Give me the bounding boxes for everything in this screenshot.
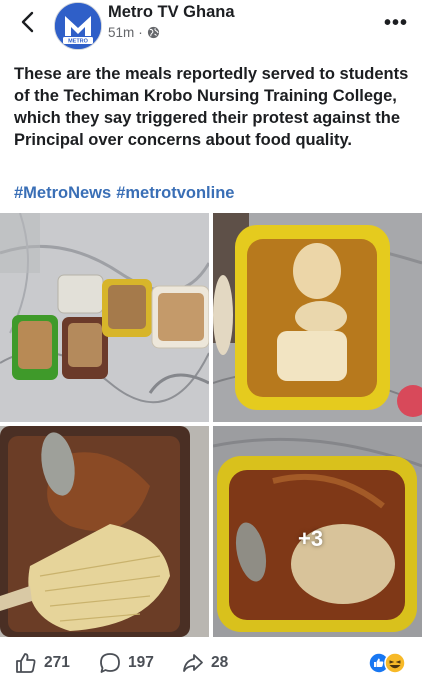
photo-food-bowls[interactable] [0,213,209,422]
share-button[interactable]: 28 [181,651,228,675]
photo-yellow-bowl-soup[interactable] [213,213,422,422]
post-actions-bar: 271 197 28 [0,640,422,680]
comment-button[interactable]: 197 [98,651,154,675]
photo-grid: +3 [0,213,422,637]
more-options-button[interactable]: ••• [384,12,408,35]
hashtag-link[interactable]: #MetroNews [14,184,111,202]
thumbs-up-icon [16,653,36,673]
globe-icon [147,26,159,39]
page-name[interactable]: Metro TV Ghana [108,3,235,22]
meta-separator: · [138,25,143,40]
post-meta: 51m · [108,25,160,40]
avatar[interactable]: METRO [54,2,102,50]
post-header: METRO Metro TV Ghana 51m · ••• [0,0,422,52]
like-haha-reactions-icon[interactable] [368,652,408,674]
post-time[interactable]: 51m [108,25,134,40]
chevron-left-icon[interactable] [14,8,42,36]
more-photos-count[interactable]: +3 [298,526,323,552]
photo-kenkey-soup[interactable] [0,426,209,637]
comment-count: 197 [128,654,154,671]
like-button[interactable]: 271 [14,651,70,675]
post-text: These are the meals reportedly served to… [14,65,409,149]
hashtag-link[interactable]: #metrotvonline [116,184,234,202]
photo-banku-soup[interactable]: +3 [213,426,422,637]
share-arrow-icon [183,654,203,672]
hashtags: #MetroNews #metrotvonline [14,184,239,203]
avatar-text: METRO [68,39,89,45]
comment-bubble-icon [100,653,120,673]
like-count: 271 [44,654,70,671]
share-count: 28 [211,654,229,671]
